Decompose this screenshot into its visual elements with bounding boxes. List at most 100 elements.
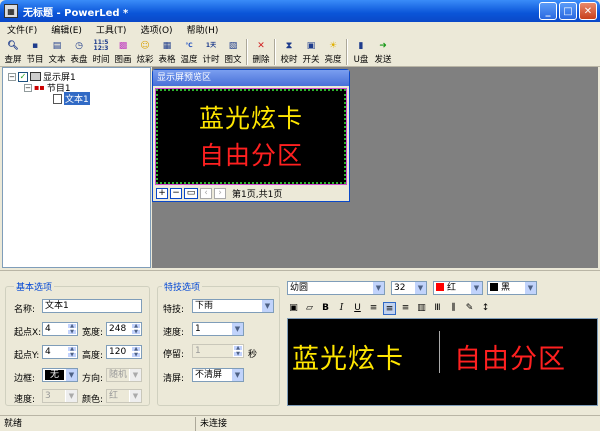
brush-icon[interactable]: ✎	[463, 302, 476, 315]
toolbar-button-9[interactable]: 1天 计时	[200, 37, 222, 67]
height-input[interactable]: 120 ▲ ▼	[106, 345, 142, 359]
close-button[interactable]: ✕	[579, 2, 597, 20]
preview-line-1: 蓝光炫卡	[198, 104, 303, 133]
font-size-select[interactable]: 32 ▼	[391, 281, 427, 295]
open-folder-icon[interactable]: ▱	[303, 302, 316, 315]
effect-speed-select[interactable]: 1 ▼	[192, 322, 244, 336]
chevron-down-icon[interactable]: ▼	[524, 282, 536, 294]
effect-label: 特技:	[163, 305, 185, 315]
chevron-down-icon[interactable]: ▼	[372, 282, 384, 294]
chevron-down-icon[interactable]: ▼	[470, 282, 482, 294]
toolbar-button-8[interactable]: ℃ 温度	[178, 37, 200, 67]
toolbar-button-14[interactable]: ☀ 亮度	[322, 37, 344, 67]
toolbar-button-1[interactable]: ▪ 节目	[24, 37, 46, 67]
chevron-down-icon[interactable]: ▼	[231, 323, 243, 335]
color-select[interactable]: 红 ▼	[106, 389, 142, 403]
text-color-swatch	[436, 283, 444, 291]
stop-button[interactable]: ▭	[184, 188, 198, 199]
close-icon: ✕	[583, 5, 593, 17]
x-input[interactable]: 4 ▲ ▼	[42, 322, 78, 336]
chevron-down-icon[interactable]: ▼	[129, 390, 141, 402]
bold-button[interactable]: B	[319, 302, 332, 315]
next-page-button[interactable]: ›	[214, 188, 226, 199]
zoom-in-button[interactable]: +	[156, 188, 168, 199]
height-spinner[interactable]: ▲ ▼	[131, 346, 141, 358]
save-icon[interactable]: ▣	[287, 302, 300, 315]
menu-help[interactable]: 帮助(H)	[180, 23, 226, 36]
toolbar-button-6[interactable]: ☺ 炫彩	[134, 37, 156, 67]
speed-select[interactable]: 3 ▼	[42, 389, 78, 403]
columns-icon[interactable]: ⫼	[447, 302, 460, 315]
justify-icon[interactable]: ▥	[415, 302, 428, 315]
toolbar-button-13[interactable]: ▣ 开关	[300, 37, 322, 67]
toolbar-button-3[interactable]: ◷ 表盘	[68, 37, 90, 67]
name-label: 名称:	[14, 305, 36, 315]
border-select[interactable]: 无 ▼	[42, 368, 78, 382]
align-center-icon[interactable]: ≡	[383, 301, 396, 315]
toolbar-button-10[interactable]: ▧ 图文	[222, 37, 244, 67]
effect-select[interactable]: 下雨 ▼	[192, 299, 274, 313]
chevron-down-icon[interactable]: ▼	[65, 369, 77, 381]
italic-button[interactable]: I	[335, 302, 348, 315]
menu-options[interactable]: 选项(O)	[133, 23, 179, 36]
name-input[interactable]: 文本1	[42, 299, 142, 313]
toolbar-button-16[interactable]: ➜ 发送	[372, 37, 394, 67]
toolbar-button-4[interactable]: 11:5 12:3 时间	[90, 37, 112, 67]
timer-icon: 1天	[205, 41, 217, 49]
y-spinner[interactable]: ▲ ▼	[67, 346, 77, 358]
prev-page-button[interactable]: ‹	[200, 188, 212, 199]
collapse-icon[interactable]: −	[24, 83, 32, 92]
width-spinner[interactable]: ▲ ▼	[131, 323, 141, 335]
checkbox-icon[interactable]: ✓	[18, 71, 28, 82]
text-edit-area[interactable]: 蓝光炫卡 自由分区	[287, 318, 598, 406]
menu-tools[interactable]: 工具(T)	[89, 23, 134, 36]
font-select[interactable]: 幼圆 ▼	[287, 281, 385, 295]
toolbar-button-5[interactable]: ▩ 图画	[112, 37, 134, 67]
line-spacing-icon[interactable]: Ⅲ	[431, 302, 444, 315]
vertical-align-icon[interactable]: ↕	[479, 302, 492, 315]
toolbar-button-11[interactable]: ✕ 删除	[250, 37, 272, 67]
maximize-button[interactable]: □	[559, 2, 577, 20]
zoom-out-button[interactable]: −	[170, 188, 182, 199]
tree-node-text[interactable]: 文本1	[53, 92, 90, 105]
collapse-icon[interactable]: −	[8, 72, 16, 81]
monitor-icon: ▣	[306, 40, 316, 51]
led-screen-preview: 蓝光炫卡 自由分区	[155, 88, 347, 185]
height-value: 120	[109, 347, 127, 357]
toolbar-button-12[interactable]: ⧗ 校时	[278, 37, 300, 67]
toolbar-label: 时间	[92, 55, 110, 65]
chevron-down-icon[interactable]: ▼	[65, 390, 77, 402]
status-connection: 未连接	[200, 418, 228, 429]
stay-input[interactable]: 1 ▲ ▼	[192, 344, 244, 358]
menu-file[interactable]: 文件(F)	[0, 23, 44, 36]
toolbar-button-2[interactable]: ▤ 文本	[46, 37, 68, 67]
chevron-down-icon[interactable]: ▼	[261, 300, 273, 312]
width-input[interactable]: 248 ▲ ▼	[106, 322, 142, 336]
preview-title: 显示屏预览区	[153, 70, 349, 86]
minimize-button[interactable]: _	[539, 2, 557, 20]
stay-spinner[interactable]: ▲ ▼	[233, 345, 243, 357]
toolbar-button-0[interactable]: 🔍︎ 查屏	[2, 37, 24, 67]
y-label: 起点Y:	[14, 351, 40, 361]
align-right-icon[interactable]: ≡	[399, 302, 412, 315]
toolbar-separator	[346, 39, 348, 65]
speed-value: 3	[45, 391, 51, 401]
align-left-icon[interactable]: ≡	[367, 302, 380, 315]
chevron-down-icon[interactable]: ▼	[414, 282, 426, 294]
effect-value: 下雨	[195, 301, 214, 311]
chevron-down-icon[interactable]: ▼	[129, 369, 141, 381]
format-toolbar: ▣ ▱ B I U ≡ ≡ ≡ ▥ Ⅲ ⫼ ✎ ↕	[287, 300, 598, 316]
toolbar-button-7[interactable]: ▦ 表格	[156, 37, 178, 67]
x-spinner[interactable]: ▲ ▼	[67, 323, 77, 335]
text-color-select[interactable]: 红 ▼	[433, 281, 483, 295]
height-label: 高度:	[82, 351, 104, 361]
menu-edit[interactable]: 编辑(E)	[44, 23, 89, 36]
underline-button[interactable]: U	[351, 302, 364, 315]
background-color-select[interactable]: 黑 ▼	[487, 281, 537, 295]
clear-select[interactable]: 不清屏 ▼	[192, 368, 244, 382]
direction-select[interactable]: 随机 ▼	[106, 368, 142, 382]
chevron-down-icon[interactable]: ▼	[231, 369, 243, 381]
y-input[interactable]: 4 ▲ ▼	[42, 345, 78, 359]
status-ready: 就绪	[0, 416, 196, 431]
toolbar-button-15[interactable]: ▮ U盘	[350, 37, 372, 67]
